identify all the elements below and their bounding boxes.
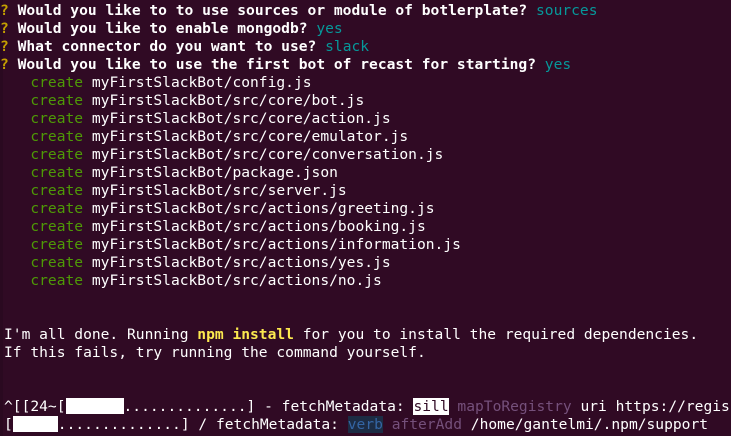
create-label: create — [30, 200, 84, 217]
file-path: myFirstSlackBot/src/core/emulator.js — [91, 128, 409, 145]
create-label: create — [30, 92, 84, 109]
create-label: create — [30, 74, 84, 91]
question-text: Would you like to enable mongodb? — [17, 20, 308, 37]
created-file-line: create myFirstSlackBot/src/actions/booki… — [4, 218, 426, 236]
created-file-line: create myFirstSlackBot/src/core/conversa… — [4, 146, 443, 164]
created-file-line: create myFirstSlackBot/config.js — [4, 74, 312, 92]
question-answer: sources — [536, 2, 598, 19]
create-label: create — [30, 236, 84, 253]
file-path: myFirstSlackBot/src/core/bot.js — [91, 92, 365, 109]
create-label: create — [30, 164, 84, 181]
progress-bar-fill — [12, 416, 58, 432]
create-label: create — [30, 272, 84, 289]
created-file-line: create myFirstSlackBot/src/actions/greet… — [4, 200, 435, 218]
progress-line-2: [..............] / fetchMetadata: verb a… — [4, 416, 709, 433]
log-action: afterAdd — [391, 416, 462, 433]
file-path: myFirstSlackBot/src/actions/information.… — [91, 236, 461, 253]
question-answer: slack — [325, 38, 370, 55]
question-answer: yes — [544, 56, 572, 73]
question-mark-icon: ? — [0, 56, 9, 73]
created-file-line: create myFirstSlackBot/src/core/emulator… — [4, 128, 408, 146]
create-label: create — [30, 110, 84, 127]
create-label: create — [30, 128, 84, 145]
fallback-message-line: If this fails, try running the command y… — [4, 344, 426, 361]
prompt-question: ? What connector do you want to use? sla… — [0, 38, 369, 56]
question-mark-icon: ? — [0, 20, 9, 37]
prompt-question: ? Would you like to use the first bot of… — [0, 56, 571, 74]
question-answer: yes — [316, 20, 343, 37]
question-mark-icon: ? — [0, 38, 9, 55]
prompt-question: ? Would you like to enable mongodb? yes — [0, 20, 343, 38]
created-file-line: create myFirstSlackBot/src/actions/yes.j… — [4, 254, 391, 272]
npm-install-command: npm install — [197, 326, 294, 343]
progress-line-1: ^[[24~[..............] - fetchMetadata: … — [4, 398, 730, 415]
file-path: myFirstSlackBot/config.js — [91, 74, 312, 91]
created-file-line: create myFirstSlackBot/src/core/action.j… — [4, 110, 391, 128]
question-text: Would you like to use the first bot of r… — [17, 56, 536, 73]
progress-bar-fill — [65, 398, 124, 414]
prompt-question: ? Would you like to to use sources or mo… — [0, 2, 598, 20]
created-file-line: create myFirstSlackBot/src/server.js — [4, 182, 347, 200]
log-level-badge: sill — [413, 398, 449, 415]
create-label: create — [30, 146, 84, 163]
file-path: myFirstSlackBot/package.json — [91, 164, 338, 181]
terminal-window[interactable]: ? Would you like to to use sources or mo… — [0, 0, 731, 436]
file-path: myFirstSlackBot/src/core/conversation.js — [91, 146, 444, 163]
file-path: myFirstSlackBot/src/core/action.js — [91, 110, 391, 127]
created-file-line: create myFirstSlackBot/package.json — [4, 164, 338, 182]
log-action: mapToRegistry — [457, 398, 572, 415]
file-path: myFirstSlackBot/src/actions/no.js — [91, 272, 382, 289]
file-path: myFirstSlackBot/src/actions/greeting.js — [91, 200, 435, 217]
create-label: create — [30, 182, 84, 199]
file-path: myFirstSlackBot/src/server.js — [91, 182, 347, 199]
file-path: myFirstSlackBot/src/actions/booking.js — [91, 218, 426, 235]
create-label: create — [30, 254, 84, 271]
done-message-line: I'm all done. Running npm install for yo… — [4, 326, 699, 343]
create-label: create — [30, 218, 84, 235]
question-mark-icon: ? — [0, 2, 9, 19]
created-file-line: create myFirstSlackBot/src/actions/infor… — [4, 236, 461, 254]
log-level-badge: verb — [347, 416, 383, 433]
file-path: myFirstSlackBot/src/actions/yes.js — [91, 254, 391, 271]
question-text: Would you like to to use sources or modu… — [17, 2, 528, 19]
created-file-line: create myFirstSlackBot/src/core/bot.js — [4, 92, 364, 110]
question-text: What connector do you want to use? — [17, 38, 317, 55]
created-file-line: create myFirstSlackBot/src/actions/no.js — [4, 272, 382, 290]
